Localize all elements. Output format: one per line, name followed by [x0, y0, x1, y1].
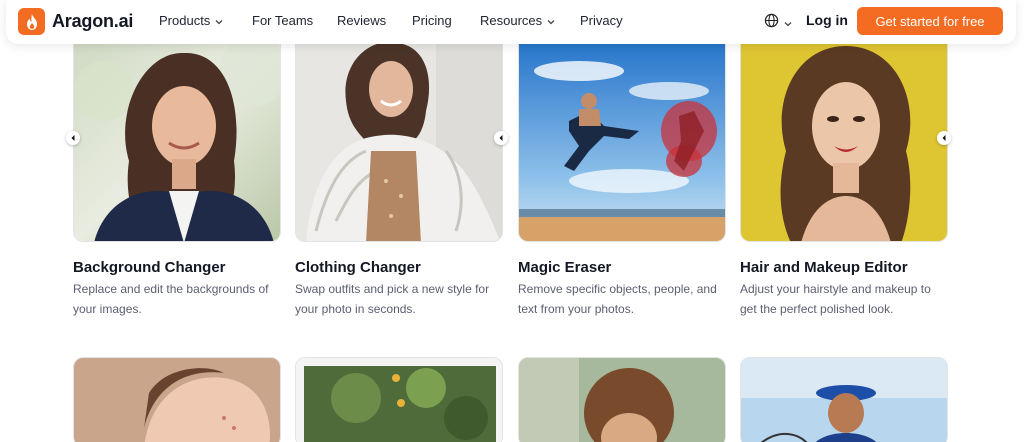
nav-privacy[interactable]: Privacy	[580, 13, 623, 28]
hair-makeup-editor-image[interactable]	[740, 30, 948, 242]
carousel-arrow-icon[interactable]	[494, 131, 508, 145]
nav-resources[interactable]: Resources	[480, 13, 555, 28]
globe-icon	[764, 13, 779, 33]
nav-privacy-label: Privacy	[580, 13, 623, 28]
card-image-row2-2[interactable]	[295, 357, 503, 442]
card-description: Swap outfits and pick a new style for yo…	[295, 282, 490, 316]
chevron-down-icon	[784, 14, 792, 32]
brand-logo[interactable]: Aragon.ai	[18, 8, 133, 35]
background-changer-image[interactable]	[73, 30, 281, 242]
top-navigation: Aragon.ai Products For Teams Reviews Pri…	[6, 0, 1016, 44]
language-selector[interactable]	[764, 13, 792, 33]
clothing-changer-image[interactable]	[295, 30, 503, 242]
login-link[interactable]: Log in	[806, 12, 848, 28]
nav-for-teams[interactable]: For Teams	[252, 13, 313, 28]
nav-for-teams-label: For Teams	[252, 13, 314, 28]
card-title[interactable]: Magic Eraser	[518, 259, 611, 276]
magic-eraser-image[interactable]	[518, 30, 726, 242]
carousel-arrow-icon[interactable]	[66, 131, 80, 145]
brand-name: Aragon.ai	[52, 11, 134, 31]
card-description: Replace and edit the backgrounds of your…	[73, 282, 269, 316]
chevron-down-icon	[547, 13, 555, 28]
card-image-row2-3[interactable]	[518, 357, 726, 442]
card-description: Adjust your hairstyle and makeup to get …	[740, 282, 931, 316]
nav-products[interactable]: Products	[159, 13, 223, 28]
card-title[interactable]: Background Changer	[73, 259, 226, 276]
card-description: Remove specific objects, people, and tex…	[518, 282, 717, 316]
nav-reviews[interactable]: Reviews	[337, 13, 386, 28]
nav-pricing[interactable]: Pricing	[412, 13, 452, 28]
carousel-arrow-icon[interactable]	[937, 131, 951, 145]
card-image-row2-1[interactable]	[73, 357, 281, 442]
chevron-down-icon	[215, 13, 223, 28]
card-title[interactable]: Clothing Changer	[295, 259, 421, 276]
nav-resources-label: Resources	[480, 13, 543, 28]
nav-products-label: Products	[159, 13, 211, 28]
flame-logo-icon	[18, 8, 45, 35]
card-image-row2-4[interactable]	[740, 357, 948, 442]
nav-pricing-label: Pricing	[412, 13, 452, 28]
card-title[interactable]: Hair and Makeup Editor	[740, 259, 908, 276]
nav-reviews-label: Reviews	[337, 13, 387, 28]
get-started-button[interactable]: Get started for free	[857, 7, 1003, 35]
